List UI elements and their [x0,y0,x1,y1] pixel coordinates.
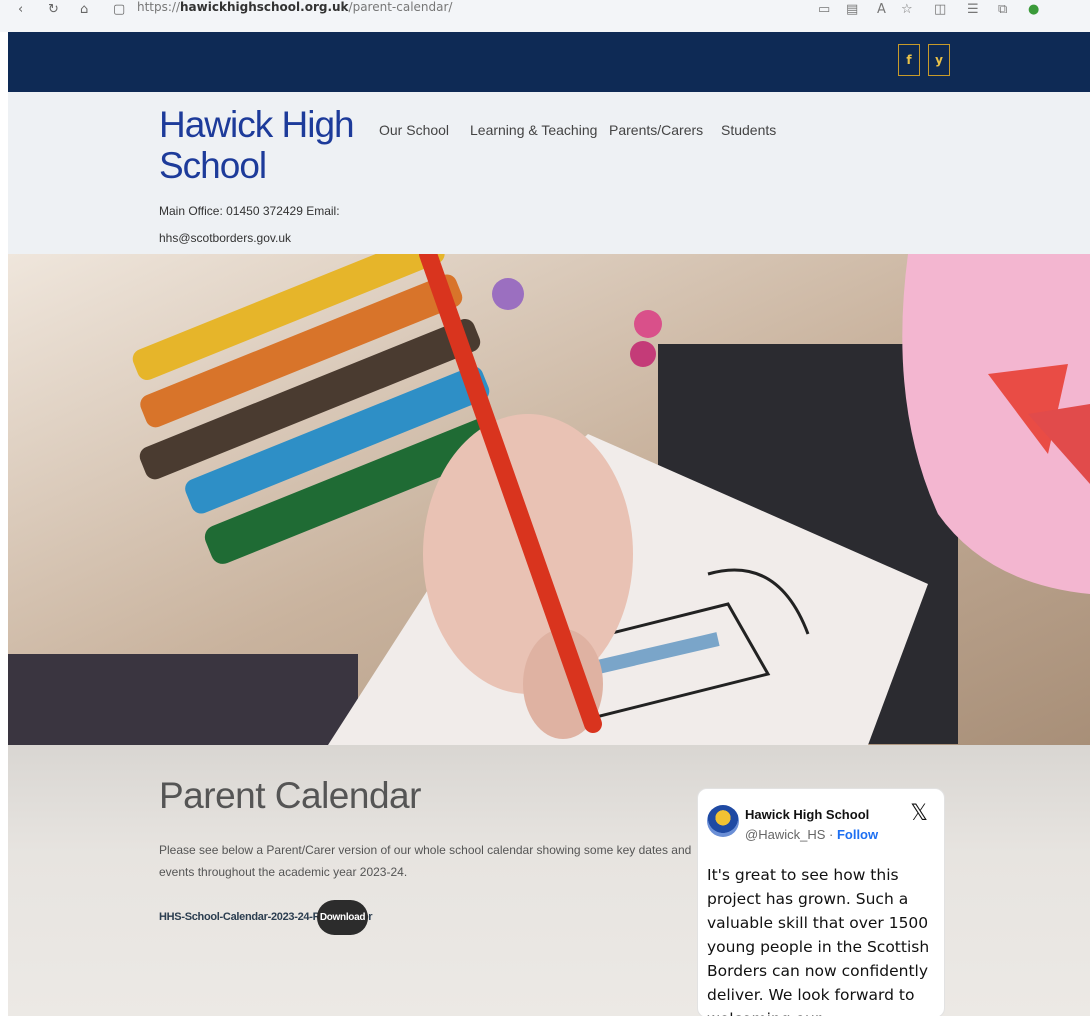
page-title: Parent Calendar [159,775,421,816]
browser-toolbar: ‹ ↻ ⌂ ▢ https://hawickhighschool.org.uk/… [0,0,1090,32]
site-header: Hawick High School Main Office: 01450 37… [8,92,1090,254]
read-aloud-icon[interactable]: ▭ [818,2,830,17]
text-size-icon[interactable]: A [877,2,886,17]
x-logo-icon[interactable]: 𝕏 [910,801,928,826]
extension-icon[interactable]: ● [1028,2,1039,17]
nav-our-school[interactable]: Our School [379,122,449,138]
contact-phone: Main Office: 01450 372429 Email: [159,204,340,218]
tweet-handle-row: @Hawick_HS · Follow [745,827,878,842]
intro-text: Please see below a Parent/Carer version … [159,843,692,879]
url-path: /parent-calendar/ [348,0,453,14]
school-name-line2: School [159,145,267,186]
website: f y Hawick High School Main Office: 0145… [8,32,1090,1016]
site-info-icon[interactable]: ▢ [113,2,125,17]
content-section: Parent Calendar Please see below a Paren… [8,745,1090,1016]
avatar[interactable] [707,805,739,837]
hero-illustration [8,254,1090,745]
address-bar[interactable]: https://hawickhighschool.org.uk/parent-c… [137,0,452,14]
hero-image [8,254,1090,745]
school-name[interactable]: Hawick High School [159,104,359,186]
home-icon[interactable]: ⌂ [80,2,88,17]
facebook-icon[interactable]: f [898,44,920,76]
follow-link[interactable]: Follow [837,827,878,842]
contact-email: hhs@scotborders.gov.uk [159,231,292,245]
tweet-text: It's great to see how this project has g… [707,866,930,1016]
back-icon[interactable]: ‹ [18,2,23,17]
twitter-embed: Hawick High School @Hawick_HS · Follow 𝕏… [697,788,945,1016]
school-name-line1: Hawick High [159,104,355,145]
nav-students[interactable]: Students [721,122,776,138]
nav-parents-carers[interactable]: Parents/Carers [609,122,703,138]
favorites-list-icon[interactable]: ☰ [967,2,979,17]
nav-learning-teaching[interactable]: Learning & Teaching [470,122,597,138]
reload-icon[interactable]: ↻ [48,2,59,17]
tweet-handle[interactable]: @Hawick_HS [745,827,825,842]
contact-info: Main Office: 01450 372429 Email: hhs@sco… [159,198,369,252]
url-prefix: https:// [137,0,181,14]
download-button[interactable]: Download [317,900,368,935]
tweet-separator: · [825,827,837,842]
collections-icon[interactable]: ⧉ [998,2,1007,17]
twitter-icon[interactable]: y [928,44,950,76]
tweet-author-name[interactable]: Hawick High School [745,807,869,822]
reader-icon[interactable]: ▤ [846,2,858,17]
url-domain: hawickhighschool.org.uk [180,0,349,14]
favorite-icon[interactable]: ☆ [901,2,913,17]
split-screen-icon[interactable]: ◫ [934,2,946,17]
top-bar: f y [8,32,1090,92]
